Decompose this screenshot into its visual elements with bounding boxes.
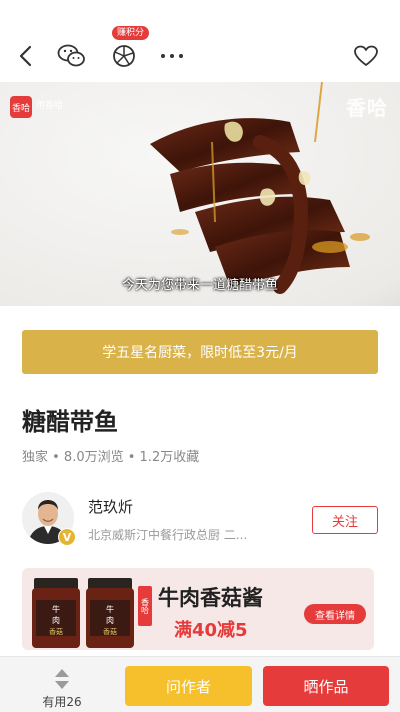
- ad-details-button[interactable]: 查看详情: [304, 604, 366, 624]
- svg-text:牛: 牛: [106, 604, 114, 614]
- author-name[interactable]: 范玖炘: [88, 496, 133, 517]
- points-badge[interactable]: 赚积分: [112, 26, 150, 40]
- video-caption: 今天为您带来一道糖醋带鱼: [121, 278, 278, 293]
- ad-title: 牛肉香菇酱: [158, 586, 263, 610]
- recipe-title: 糖醋带鱼: [22, 408, 118, 436]
- svg-text:香菇: 香菇: [103, 627, 117, 636]
- show-work-button[interactable]: 晒作品: [263, 666, 389, 706]
- author-title: 北京威斯汀中餐行政总厨 二...: [88, 528, 248, 542]
- video-watermark: 香哈: [346, 96, 388, 120]
- bottom-action-bar: 有用26 问作者 晒作品: [0, 656, 400, 712]
- more-icon[interactable]: [156, 40, 188, 72]
- ad-banner[interactable]: 牛 肉 香菇 牛 肉 香菇 香哈 牛肉香菇酱 满40减5 查看详情: [22, 568, 374, 650]
- useful-button[interactable]: 有用26: [26, 663, 98, 709]
- svg-text:香菇: 香菇: [49, 627, 63, 636]
- ad-promo: 满40减5: [174, 620, 248, 641]
- recipe-stats: 独家 • 8.0万浏览 • 1.2万收藏: [22, 450, 200, 465]
- verified-badge: V: [58, 528, 76, 546]
- ask-author-button[interactable]: 问作者: [125, 666, 252, 706]
- svg-text:肉: 肉: [106, 615, 114, 625]
- membership-promo-button[interactable]: 学五星名厨菜，限时低至3元/月: [22, 330, 378, 374]
- moments-icon[interactable]: [108, 40, 140, 72]
- svg-text:牛: 牛: [52, 604, 60, 614]
- ad-brand-logo: 香哈: [138, 586, 152, 626]
- video-sub-logo: 用香哈: [36, 101, 64, 111]
- svg-text:肉: 肉: [52, 615, 60, 625]
- sauce-jars-image: 牛 肉 香菇 牛 肉 香菇: [32, 578, 134, 648]
- top-toolbar: 赚积分: [0, 0, 400, 82]
- useful-label: 有用26: [42, 695, 82, 709]
- vote-arrows-icon: [55, 669, 69, 689]
- wechat-icon[interactable]: [56, 40, 88, 72]
- dish-image: [0, 82, 400, 306]
- video-logo: 香哈: [10, 96, 32, 118]
- follow-button[interactable]: 关注: [312, 506, 378, 534]
- back-icon[interactable]: [10, 40, 42, 72]
- heart-icon[interactable]: [350, 40, 382, 72]
- recipe-video[interactable]: 香哈 用香哈 香哈 今天为您带来一道糖醋带鱼: [0, 82, 400, 306]
